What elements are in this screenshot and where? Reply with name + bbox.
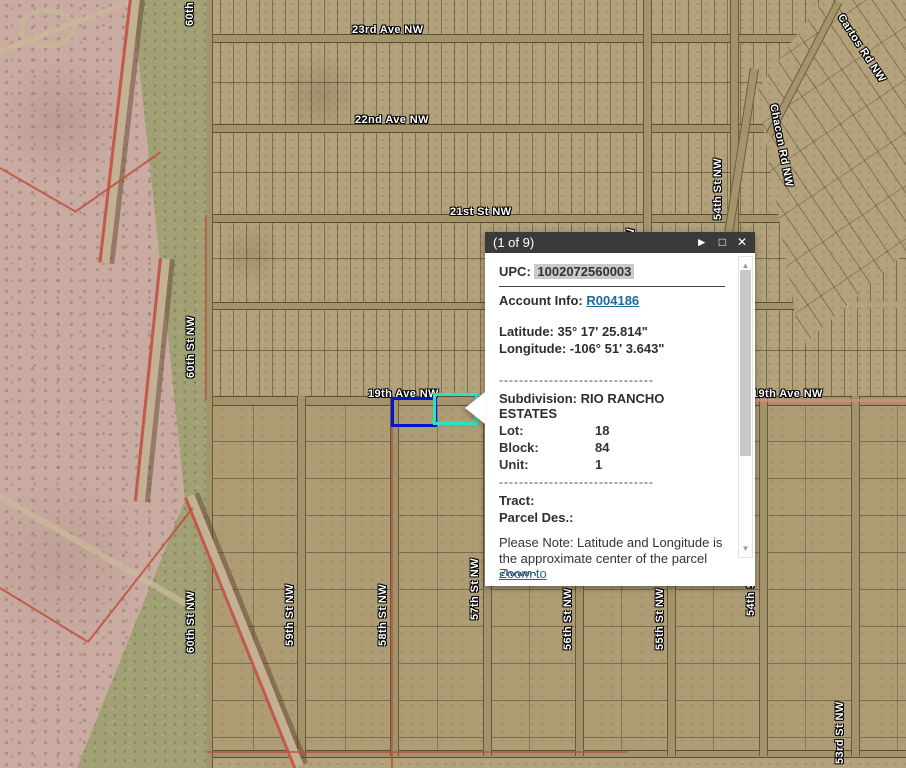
street-54th-st xyxy=(759,396,768,756)
street-59th-st xyxy=(297,396,306,756)
latitude-value: 35° 17' 25.814" xyxy=(558,324,648,339)
street-label: 56th St NW xyxy=(562,588,574,650)
boundary-line-60th xyxy=(205,215,207,400)
street-label: 60th St NW xyxy=(184,0,196,26)
street-label: 22nd Ave NW xyxy=(355,114,429,126)
longitude-label: Longitude: xyxy=(499,341,566,356)
block-label: Block: xyxy=(499,440,595,455)
scrollbar-thumb[interactable] xyxy=(740,270,751,456)
lot-value: 18 xyxy=(595,423,609,438)
street-label: 54th St NW xyxy=(712,158,724,220)
street-label: 21st St NW xyxy=(450,206,511,218)
upc-label: UPC: xyxy=(499,264,531,279)
account-info-link[interactable]: R004186 xyxy=(586,293,639,308)
boundary-line-58th xyxy=(391,396,393,768)
scroll-down-icon[interactable]: ▼ xyxy=(739,541,752,556)
close-icon[interactable]: ✕ xyxy=(737,232,747,253)
street-label: 19th Ave NW xyxy=(752,388,823,400)
zoom-to-link[interactable]: Zoom to xyxy=(499,566,547,581)
feature-popup: (1 of 9) ► □ ✕ UPC: 1002072560003 Accoun… xyxy=(485,232,755,586)
block-value: 84 xyxy=(595,440,609,455)
street-label: 59th St NW xyxy=(284,584,296,646)
street-53rd-st xyxy=(851,396,860,756)
unit-label: Unit: xyxy=(499,457,595,472)
selected-parcel-highlight[interactable] xyxy=(391,397,437,427)
next-feature-icon[interactable]: ► xyxy=(696,232,708,253)
parcel-des-label: Parcel Des.: xyxy=(499,510,573,525)
popup-callout-arrow xyxy=(465,392,485,424)
upc-value: 1002072560003 xyxy=(534,264,634,279)
map-viewport[interactable]: 23rd Ave NW 22nd Ave NW 21st St NW 19th … xyxy=(0,0,906,768)
street-label: 60th St NW xyxy=(185,316,197,378)
latitude-label: Latitude: xyxy=(499,324,554,339)
account-info-label: Account Info: xyxy=(499,293,583,308)
maximize-icon[interactable]: □ xyxy=(719,232,726,253)
street-label: 57th St NW xyxy=(469,558,481,620)
street-label: 23rd Ave NW xyxy=(352,24,423,36)
subdivision-label: Subdivision: xyxy=(499,391,577,406)
unit-value: 1 xyxy=(595,457,602,472)
popup-header[interactable]: (1 of 9) ► □ ✕ xyxy=(485,232,755,253)
divider xyxy=(499,286,725,287)
boundary-line-bottom xyxy=(207,751,627,753)
street-label: 53rd St NW xyxy=(834,701,846,764)
popup-body: UPC: 1002072560003 Account Info: R004186… xyxy=(485,253,755,586)
tract-label: Tract: xyxy=(499,493,534,508)
street-label: 55th St NW xyxy=(654,588,666,650)
street-label: 58th St NW xyxy=(377,584,389,646)
dirt-road-loop xyxy=(18,8,76,48)
popup-scrollbar[interactable]: ▲ ▼ xyxy=(738,256,753,558)
longitude-value: -106° 51' 3.643" xyxy=(570,341,665,356)
separator: ------------------------------- xyxy=(499,475,725,490)
separator: ------------------------------- xyxy=(499,373,725,388)
lot-label: Lot: xyxy=(499,423,595,438)
street-label: 60th St NW xyxy=(185,591,197,653)
popup-title: (1 of 9) xyxy=(493,235,685,250)
